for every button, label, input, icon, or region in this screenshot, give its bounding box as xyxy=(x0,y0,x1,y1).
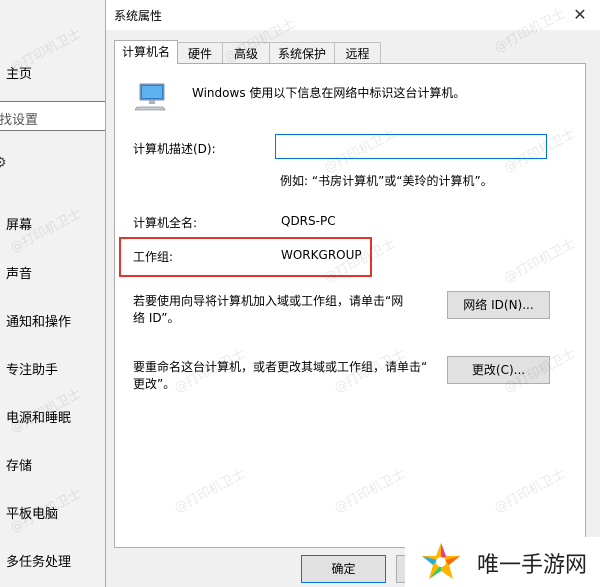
tab-remote[interactable]: 远程 xyxy=(334,42,381,63)
full-name-value: QDRS-PC xyxy=(281,214,336,228)
dialog-titlebar[interactable]: 系统属性 ✕ xyxy=(106,0,600,30)
tab-system-protection[interactable]: 系统保护 xyxy=(269,42,335,63)
settings-nav-focus-assist[interactable]: 专注助手 xyxy=(6,359,58,378)
rename-text-line2: 更改”。 xyxy=(133,377,176,391)
description-input[interactable] xyxy=(275,134,547,159)
rename-text-line1: 要重命名这台计算机，或者更改其域或工作组，请单击“ xyxy=(133,360,428,374)
ok-button[interactable]: 确定 xyxy=(301,555,386,583)
change-button[interactable]: 更改(C)... xyxy=(447,356,550,384)
settings-nav-tablet[interactable]: 平板电脑 xyxy=(6,503,58,522)
gear-icon: ⚙ xyxy=(0,155,7,171)
dialog-title: 系统属性 xyxy=(114,9,163,23)
workgroup-label: 工作组: xyxy=(133,250,174,264)
network-id-text-line2: 络 ID”。 xyxy=(133,311,180,325)
tab-hardware[interactable]: 硬件 xyxy=(177,42,223,63)
settings-nav-power[interactable]: 电源和睡眠 xyxy=(6,407,71,426)
computer-name-panel: Windows 使用以下信息在网络中标识这台计算机。 计算机描述(D): 例如:… xyxy=(114,63,586,548)
tab-advanced[interactable]: 高级 xyxy=(222,42,270,63)
settings-nav-notifications[interactable]: 通知和操作 xyxy=(6,311,71,330)
star-logo-icon xyxy=(422,543,460,579)
workgroup-value: WORKGROUP xyxy=(281,248,362,262)
full-name-label: 计算机全名: xyxy=(133,216,198,230)
settings-search-placeholder: 找设置 xyxy=(0,113,39,128)
description-example: 例如: “书房计算机”或“美玲的计算机”。 xyxy=(280,174,493,188)
system-properties-dialog: 系统属性 ✕ 计算机名 硬件 高级 系统保护 远程 Windows 使用以下信息… xyxy=(105,0,600,587)
settings-nav-sound[interactable]: 声音 xyxy=(6,263,32,282)
network-id-text-line1: 若要使用向导将计算机加入域或工作组，请单击“网 xyxy=(133,294,404,308)
corner-logo: 唯一手游网 xyxy=(405,537,600,587)
settings-nav-display[interactable]: 屏幕 xyxy=(6,214,32,233)
corner-logo-text: 唯一手游网 xyxy=(477,553,588,578)
tab-computer-name[interactable]: 计算机名 xyxy=(114,40,178,64)
computer-icon xyxy=(135,83,166,111)
close-icon[interactable]: ✕ xyxy=(560,0,600,30)
settings-window-background: 主页 找设置 ⚙ 屏幕 声音 通知和操作 专注助手 电源和睡眠 存储 平板电脑 … xyxy=(0,0,110,587)
network-id-button[interactable]: 网络 ID(N)... xyxy=(447,291,550,319)
description-label: 计算机描述(D): xyxy=(133,142,216,156)
settings-search-box[interactable]: 找设置 xyxy=(0,101,106,131)
intro-text: Windows 使用以下信息在网络中标识这台计算机。 xyxy=(192,86,466,100)
settings-nav-multitasking[interactable]: 多任务处理 xyxy=(6,551,71,570)
settings-nav-home[interactable]: 主页 xyxy=(6,63,32,82)
settings-nav-storage[interactable]: 存储 xyxy=(6,455,32,474)
